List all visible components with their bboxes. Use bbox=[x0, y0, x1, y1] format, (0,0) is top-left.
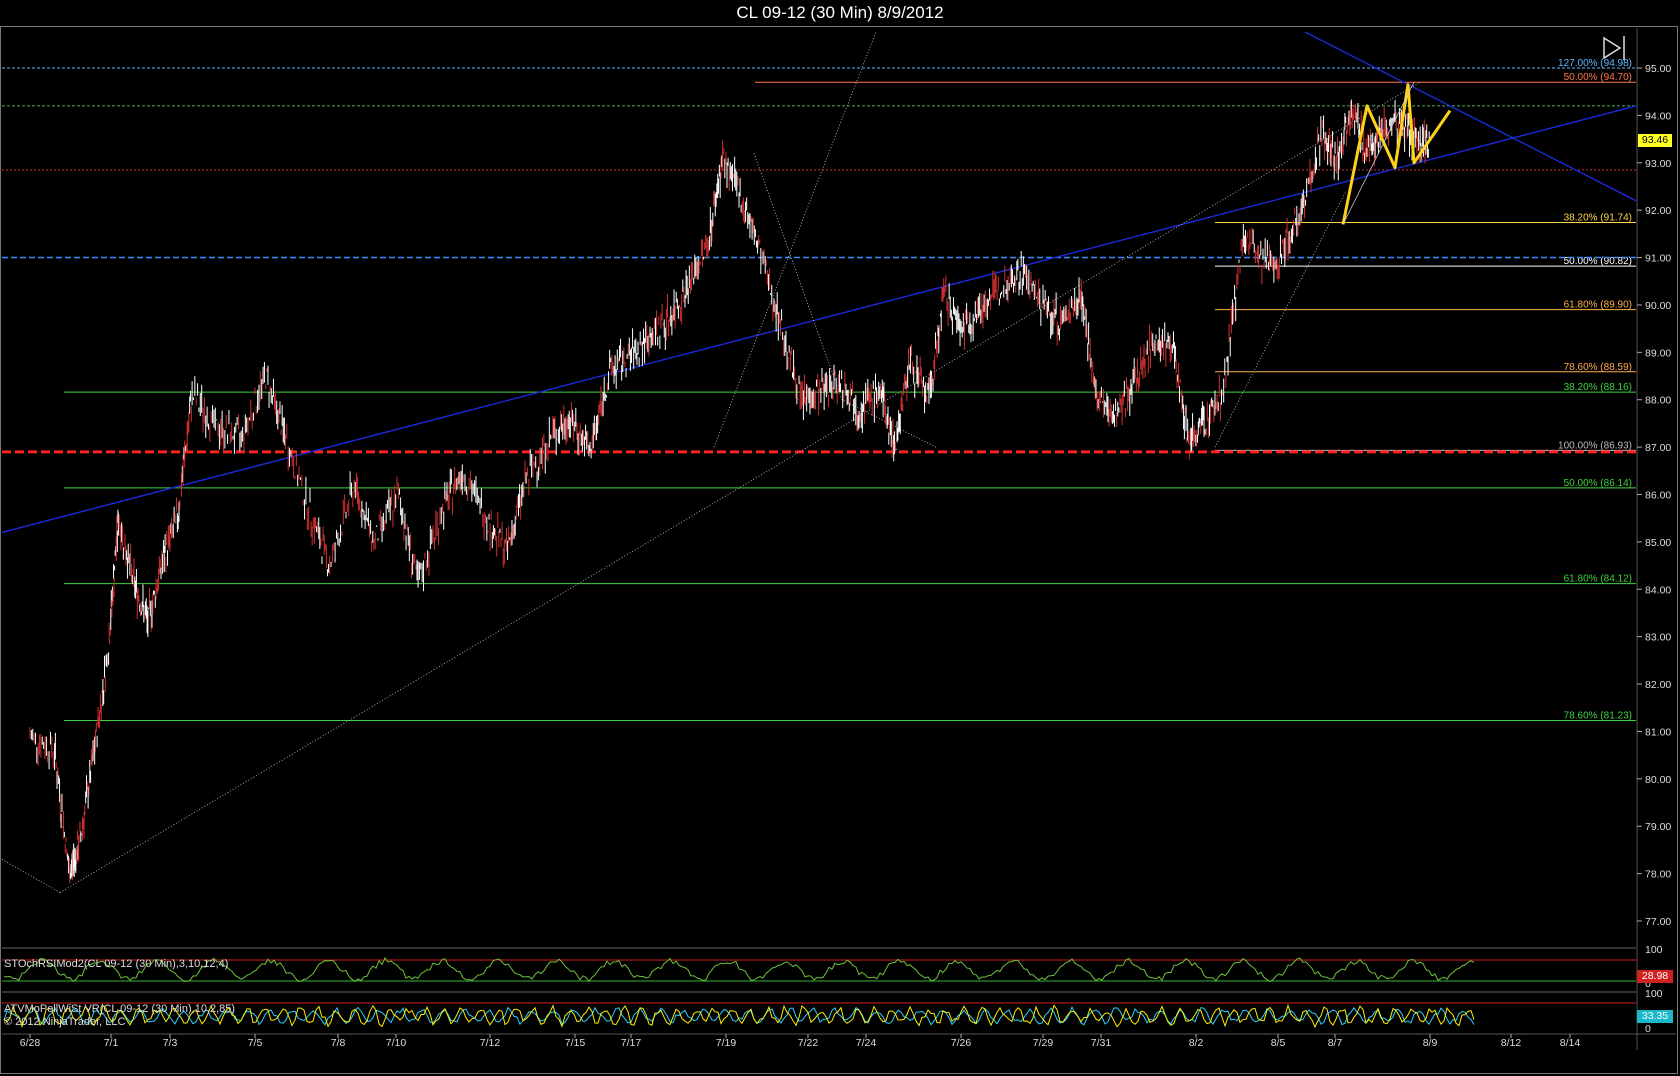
time-axis: 6/28 7/1 7/3 7/5 7/8 7/10 7/12 7/15 7/17 7/19 7/22… bbox=[2, 1033, 1676, 1049]
price-tick-label: 87.00 bbox=[1645, 442, 1671, 454]
wave-indicator-label: ATVMoPellWiSt VR(CL 09-12 (30 Min),10,2,… bbox=[4, 1003, 236, 1015]
wave-value-badge: 33.35 bbox=[1637, 1010, 1673, 1023]
stoch-value-badge: 28.98 bbox=[1637, 970, 1673, 983]
price-tick-label: 83.00 bbox=[1645, 632, 1671, 644]
wave-axis-label: 100 bbox=[1645, 988, 1663, 1000]
time-tick-label: 7/31 bbox=[1091, 1037, 1112, 1049]
time-tick-label: 7/26 bbox=[951, 1037, 972, 1049]
fib-level-label: 38.20% (91.74) bbox=[1564, 212, 1632, 223]
time-tick-label: 7/24 bbox=[856, 1037, 877, 1049]
price-tick-label: 82.00 bbox=[1645, 679, 1671, 691]
price-bars bbox=[29, 99, 1430, 884]
fib-level-label: 78.60% (88.59) bbox=[1564, 362, 1632, 373]
fib-level-label: 61.80% (84.12) bbox=[1564, 574, 1632, 585]
price-tick-label: 88.00 bbox=[1645, 395, 1671, 407]
dotted-fan-line bbox=[713, 31, 877, 448]
time-tick-label: 7/10 bbox=[386, 1037, 407, 1049]
fib-level-label: 50.00% (94.70) bbox=[1564, 72, 1632, 83]
time-tick-label: 7/3 bbox=[163, 1037, 178, 1049]
time-tick-label: 7/8 bbox=[331, 1037, 346, 1049]
time-tick-label: 8/7 bbox=[1328, 1037, 1343, 1049]
time-tick-label: 7/1 bbox=[104, 1037, 119, 1049]
price-tick-label: 86.00 bbox=[1645, 490, 1671, 502]
harmonic-pattern bbox=[1341, 82, 1452, 225]
price-tick-label: 84.00 bbox=[1645, 584, 1671, 596]
price-tick-label: 91.00 bbox=[1645, 253, 1671, 265]
price-tick-label: 78.00 bbox=[1645, 869, 1671, 881]
fib-level-label: 50.00% (86.14) bbox=[1564, 478, 1632, 489]
price-tick-label: 93.00 bbox=[1645, 158, 1671, 170]
fib-level-label: 38.20% (88.16) bbox=[1564, 382, 1632, 393]
indicator-panels: 10001000 bbox=[2, 944, 1663, 1035]
wave-axis-label: 0 bbox=[1645, 1023, 1651, 1035]
price-tick-label: 95.00 bbox=[1645, 63, 1671, 75]
price-tick-label: 94.00 bbox=[1645, 110, 1671, 122]
copyright-text: © 2012 NinjaTrader, LLC bbox=[4, 1016, 126, 1028]
time-tick-label: 7/12 bbox=[480, 1037, 501, 1049]
fib-level-label: 127.00% (94.98) bbox=[1558, 58, 1632, 69]
time-tick-label: 8/12 bbox=[1501, 1037, 1522, 1049]
time-tick-label: 7/15 bbox=[565, 1037, 586, 1049]
dotted-swing-line bbox=[753, 153, 937, 448]
stoch-indicator-label: STOchRSIMod2(CL 09-12 (30 Min),3,10,12,4… bbox=[4, 958, 229, 970]
time-tick-label: 7/29 bbox=[1033, 1037, 1054, 1049]
fib-level-label: 61.80% (89.90) bbox=[1564, 300, 1632, 311]
fib-level-label: 78.60% (81.23) bbox=[1564, 711, 1632, 722]
price-tick-label: 92.00 bbox=[1645, 205, 1671, 217]
price-tick-label: 89.00 bbox=[1645, 347, 1671, 359]
time-tick-label: 8/14 bbox=[1560, 1037, 1581, 1049]
price-tick-label: 90.00 bbox=[1645, 300, 1671, 312]
pattern-wing bbox=[1342, 82, 1415, 225]
play-pause-icon[interactable] bbox=[1603, 36, 1625, 60]
time-tick-label: 6/28 bbox=[20, 1037, 41, 1049]
dotted-channel-start bbox=[1, 859, 61, 893]
price-tick-label: 85.00 bbox=[1645, 537, 1671, 549]
dotted-swing-line-2 bbox=[1214, 191, 1347, 448]
price-tick-label: 77.00 bbox=[1645, 916, 1671, 928]
time-tick-label: 7/19 bbox=[716, 1037, 737, 1049]
price-tick-label: 80.00 bbox=[1645, 774, 1671, 786]
price-chart[interactable]: 127.00% (94.98) 50.00% (94.70) 38.20% (91.… bbox=[0, 0, 1680, 1076]
time-tick-label: 7/22 bbox=[798, 1037, 819, 1049]
time-tick-label: 8/2 bbox=[1189, 1037, 1204, 1049]
time-tick-label: 7/17 bbox=[621, 1037, 642, 1049]
time-tick-label: 8/5 bbox=[1271, 1037, 1286, 1049]
time-tick-label: 8/9 bbox=[1423, 1037, 1438, 1049]
time-tick-label: 7/5 bbox=[248, 1037, 263, 1049]
price-tick-label: 79.00 bbox=[1645, 821, 1671, 833]
last-price-badge: 93.46 bbox=[1638, 134, 1672, 147]
stoch-axis-label: 100 bbox=[1645, 944, 1663, 956]
price-tick-label: 81.00 bbox=[1645, 726, 1671, 738]
fib-level-label: 100.00% (86.93) bbox=[1558, 440, 1632, 451]
price-axis: 77.00 78.00 79.00 80.00 81.00 82.00 83.00 84.00… bbox=[1636, 28, 1671, 1050]
